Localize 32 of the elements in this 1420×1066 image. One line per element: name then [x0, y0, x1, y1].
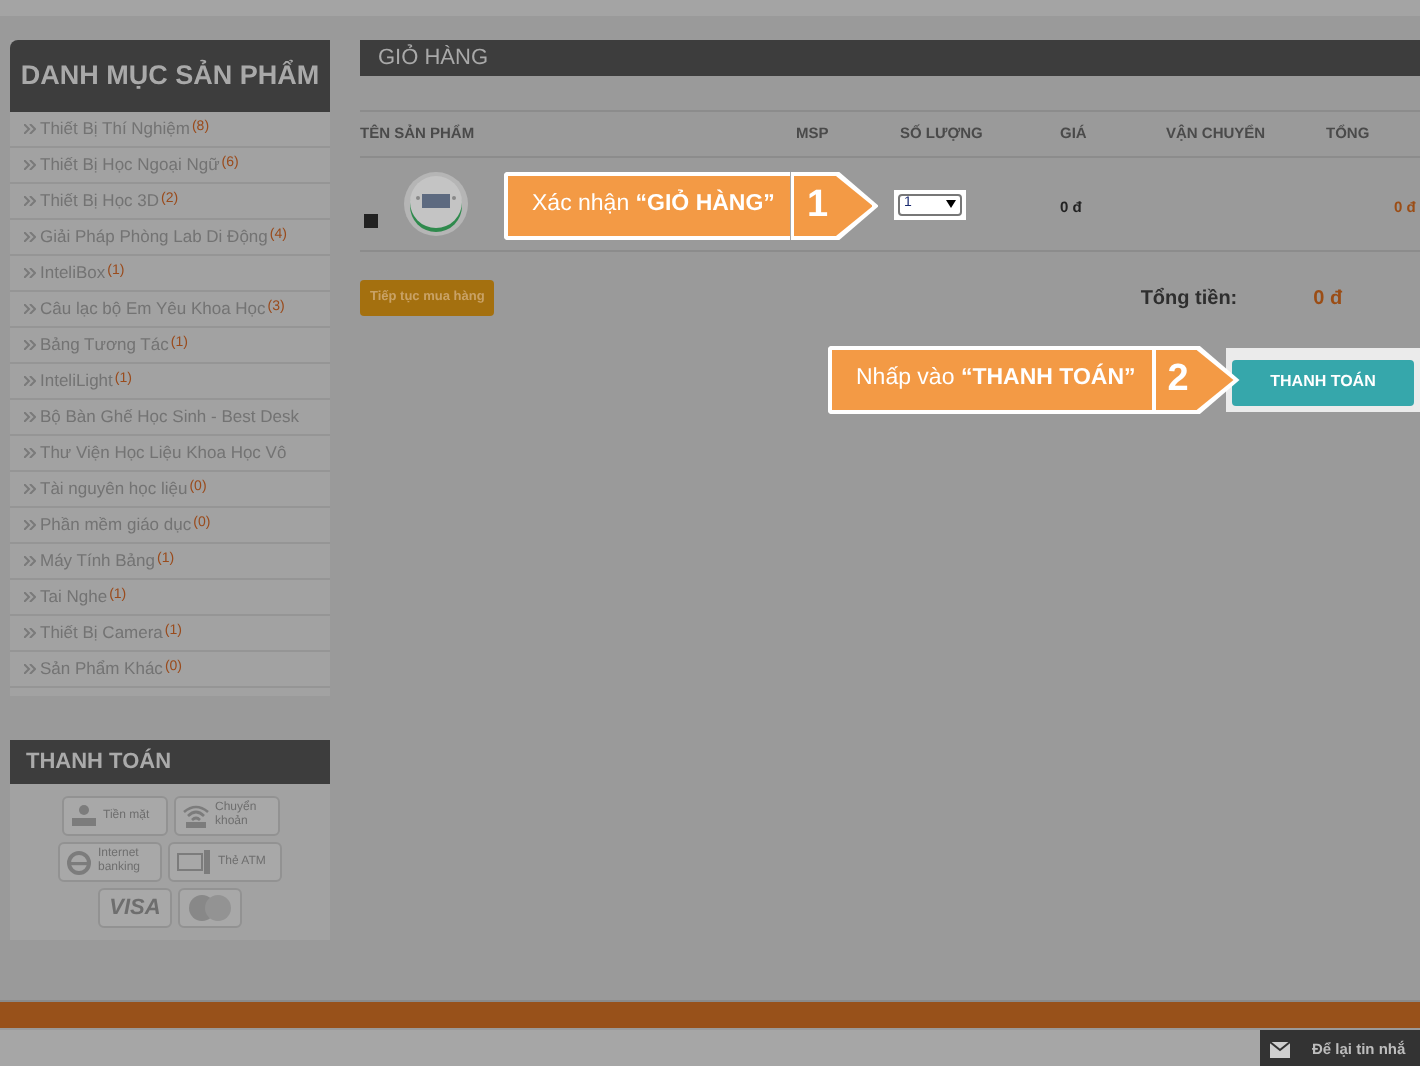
wifi-icon: [181, 804, 209, 828]
caret-icon: [946, 200, 956, 208]
chevron-icon: [24, 124, 36, 134]
chevron-icon: [24, 232, 36, 242]
step-marker: 1: [790, 176, 873, 236]
chevron-icon: [24, 556, 36, 566]
chevron-icon: [24, 664, 36, 674]
chevron-icon: [24, 520, 36, 530]
chevron-icon: [24, 592, 36, 602]
cart-title: GIỎ HÀNG: [360, 40, 1420, 76]
checkout-button[interactable]: THANH TOÁN: [1232, 359, 1414, 405]
chevron-icon: [24, 628, 36, 638]
chevron-icon: [24, 484, 36, 494]
chevron-icon: [24, 376, 36, 386]
total-value: 0 đ: [1313, 285, 1343, 313]
chevron-icon: [24, 412, 36, 422]
chevron-icon: [24, 304, 36, 314]
chevron-icon: [24, 448, 36, 458]
chevron-icon: [24, 160, 36, 170]
chevron-icon: [24, 340, 36, 350]
two-circles-logo-icon: [186, 894, 235, 922]
chevron-icon: [24, 268, 36, 278]
callout-text: Xác nhận “GIỎ HÀNG”: [532, 188, 775, 221]
atm-card-icon: [176, 850, 212, 874]
mail-icon: [1270, 1042, 1290, 1058]
visa-logo: VISA: [97, 888, 173, 928]
sidebar-title: DANH MỤC SẢN PHẨM: [10, 40, 330, 112]
total-label: Tổng tiền:: [1140, 285, 1238, 313]
chevron-icon: [24, 196, 36, 206]
payment-title: THANH TOÁN: [10, 740, 330, 784]
step-marker: 2: [1151, 350, 1234, 410]
callout-text: Nhấp vào “THANH TOÁN”: [856, 362, 1136, 395]
